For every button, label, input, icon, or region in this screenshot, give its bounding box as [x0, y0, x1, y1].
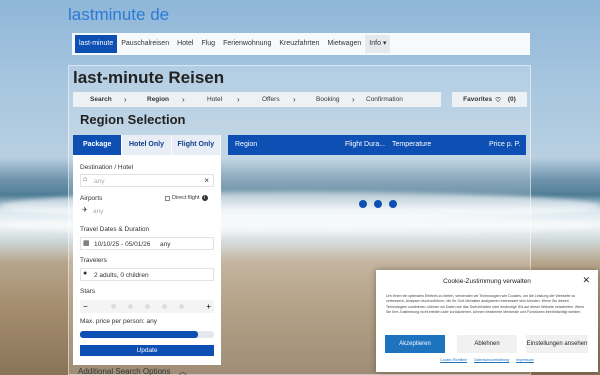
- nav-item-last-minute[interactable]: last-minute: [75, 35, 118, 53]
- favorites-count: (0): [507, 96, 516, 103]
- travelers-label: Travelers: [80, 257, 107, 264]
- tab-flight-only[interactable]: Flight Only: [171, 135, 221, 155]
- price-slider[interactable]: [80, 331, 214, 338]
- person-icon: ●: [83, 270, 88, 277]
- product-tabs: Package Hotel Only Flight Only: [73, 135, 221, 155]
- price-label: Max. price per person: any: [80, 318, 157, 325]
- nav-item-pauschalreisen[interactable]: Pauschalreisen: [117, 35, 173, 53]
- step-region: Region: [147, 96, 170, 103]
- deny-button[interactable]: Ablehnen: [457, 335, 517, 353]
- step-hotel: Hotel: [207, 96, 223, 103]
- cookie-policy-link[interactable]: Cookie-Richtlinie: [440, 358, 467, 362]
- star-dot[interactable]: [110, 304, 116, 309]
- favorites-label: Favorites: [463, 96, 493, 103]
- cookie-consent-dialog: Cookie-Zustimmung verwalten ✕ Um Ihnen e…: [376, 270, 598, 372]
- airports-placeholder: any: [93, 208, 104, 215]
- accept-button[interactable]: Akzeptieren: [385, 335, 445, 353]
- airports-label: Airports: [80, 195, 103, 202]
- duration-value[interactable]: any: [160, 241, 170, 248]
- step-booking: Booking: [316, 96, 340, 103]
- loading-dot: [359, 200, 367, 208]
- region-selection-title: Region Selection: [80, 112, 186, 127]
- nav-item-info-label: Info: [369, 40, 381, 47]
- dates-value: 10/10/25 - 05/01/26: [94, 241, 151, 248]
- destination-placeholder: any: [94, 178, 105, 185]
- calendar-icon: ▦: [83, 240, 90, 247]
- favorites-button[interactable]: Favorites ♡ (0): [452, 92, 527, 107]
- plus-button[interactable]: +: [206, 302, 211, 311]
- loading-dot: [374, 200, 382, 208]
- step-search[interactable]: Search: [90, 96, 112, 103]
- nav-item-kreuzfahrten[interactable]: Kreuzfahrten: [275, 35, 323, 53]
- nav-item-flug[interactable]: Flug: [197, 35, 219, 53]
- cookie-title: Cookie-Zustimmung verwalten: [443, 278, 531, 285]
- search-form: Destination / Hotel ⌂ any × Airports Dir…: [73, 155, 221, 365]
- plane-icon: ✈: [82, 207, 88, 214]
- dates-field[interactable]: ▦ 10/10/25 - 05/01/26 any: [80, 237, 214, 250]
- close-icon[interactable]: ×: [204, 176, 209, 185]
- update-button[interactable]: Update: [80, 345, 214, 356]
- chevron-right-icon: ›: [237, 95, 240, 104]
- additional-search-options[interactable]: Additional Search Options ︿: [78, 366, 187, 375]
- chevron-right-icon: ›: [124, 95, 127, 104]
- nav-item-mietwagen[interactable]: Mietwagen: [323, 35, 365, 53]
- star-dot[interactable]: [178, 304, 184, 309]
- cookie-links: Cookie-Richtlinie Datenschutzerklärung I…: [376, 358, 598, 362]
- stars-dots: [110, 304, 184, 309]
- destination-field[interactable]: ⌂ any ×: [80, 174, 214, 187]
- chevron-right-icon: ›: [293, 95, 296, 104]
- travelers-value: 2 adults, 0 children: [94, 272, 149, 279]
- direct-flight-label: Direct flight: [172, 195, 200, 201]
- travelers-field[interactable]: ● 2 adults, 0 children: [80, 268, 214, 281]
- chevron-right-icon: ›: [182, 95, 185, 104]
- airports-field[interactable]: ✈ any: [80, 205, 214, 218]
- column-price[interactable]: Price p. P.: [489, 141, 520, 148]
- dates-label: Travel Dates & Duration: [80, 226, 150, 233]
- info-icon[interactable]: i: [201, 195, 208, 201]
- additional-search-options-label: Additional Search Options: [78, 367, 171, 375]
- star-dot[interactable]: [127, 304, 133, 309]
- nav-item-ferienwohnung[interactable]: Ferienwohnung: [219, 35, 275, 53]
- column-temperature[interactable]: Temperature: [392, 141, 431, 148]
- region-table-header: Region Flight Dura... Temperature Price …: [228, 135, 526, 155]
- main-navigation: last-minute Pauschalreisen Hotel Flug Fe…: [72, 33, 530, 55]
- loading-dot: [389, 200, 397, 208]
- chevron-down-icon: ▾: [382, 40, 387, 47]
- stars-label: Stars: [80, 288, 96, 295]
- close-icon[interactable]: ✕: [582, 275, 590, 286]
- view-settings-button[interactable]: Einstellungen ansehen: [526, 335, 588, 353]
- step-offers: Offers: [262, 96, 280, 103]
- direct-flight-option[interactable]: Direct flight i: [165, 195, 208, 201]
- imprint-link[interactable]: Impressum: [516, 358, 534, 362]
- brand-logo-text[interactable]: lastminute de: [68, 5, 169, 25]
- privacy-policy-link[interactable]: Datenschutzerklärung: [474, 358, 509, 362]
- cookie-text: Um Ihnen ein optimales Erlebnis zu biete…: [386, 294, 585, 314]
- nav-item-info[interactable]: Info ▾: [365, 35, 391, 53]
- star-dot[interactable]: [144, 304, 150, 309]
- chevron-right-icon: ›: [352, 95, 355, 104]
- page-title: last-minute Reisen: [73, 68, 225, 87]
- chevron-up-icon: ︿: [178, 367, 187, 375]
- minus-button[interactable]: −: [83, 302, 88, 311]
- tab-hotel-only[interactable]: Hotel Only: [122, 135, 172, 155]
- booking-steps: Search › Region › Hotel › Offers › Booki…: [73, 92, 441, 107]
- step-confirmation: Confirmation: [366, 96, 403, 103]
- star-dot[interactable]: [161, 304, 167, 309]
- nav-item-hotel[interactable]: Hotel: [173, 35, 197, 53]
- tab-package[interactable]: Package: [73, 135, 123, 155]
- price-slider-fill: [80, 331, 198, 338]
- stars-stepper: − +: [80, 300, 214, 313]
- column-flight-duration[interactable]: Flight Dura...: [345, 141, 385, 148]
- direct-flight-checkbox[interactable]: [165, 195, 170, 201]
- home-icon: ⌂: [83, 176, 88, 183]
- heart-icon: ♡: [495, 96, 501, 104]
- destination-label: Destination / Hotel: [80, 164, 134, 171]
- column-region[interactable]: Region: [235, 141, 257, 148]
